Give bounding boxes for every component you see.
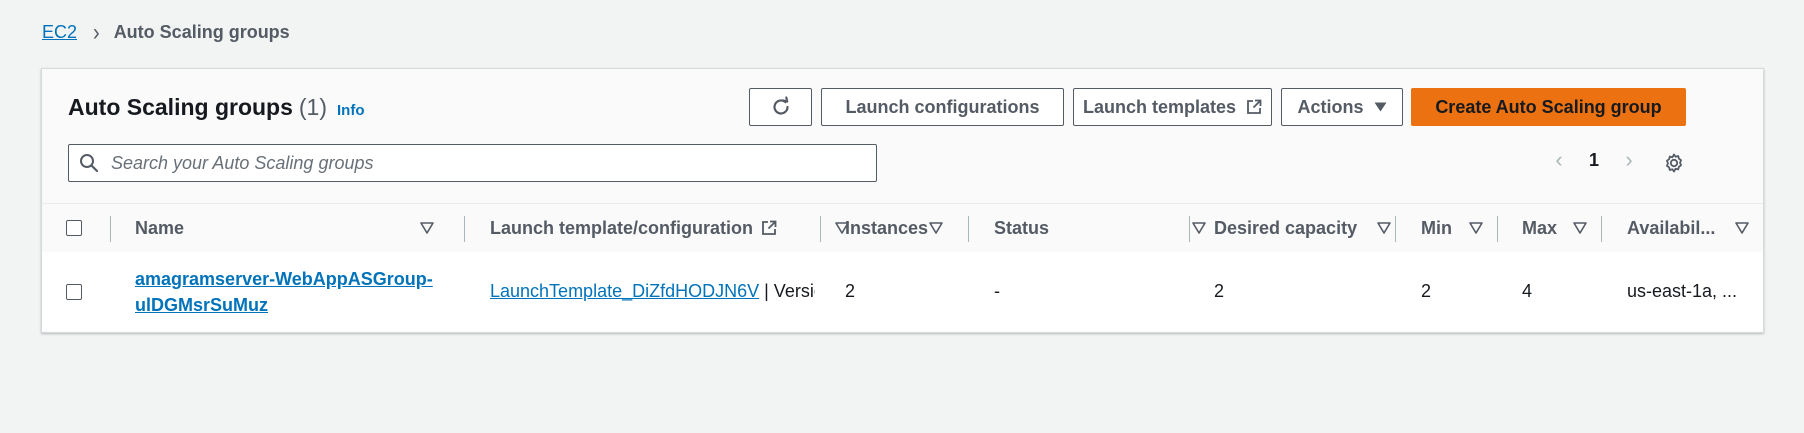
launch-configurations-label: Launch configurations (845, 96, 1040, 117)
row-checkbox[interactable] (66, 283, 82, 300)
column-header-instances[interactable]: Instances (845, 204, 957, 252)
column-label-name: Name (135, 217, 185, 238)
launch-template-link[interactable]: LaunchTemplate_DiZfdHODJN6V (490, 281, 759, 302)
search-box (68, 144, 877, 182)
sort-icon (1573, 222, 1587, 234)
create-auto-scaling-group-button[interactable]: Create Auto Scaling group (1411, 88, 1686, 126)
chevron-right-icon[interactable]: › (1617, 147, 1641, 173)
actions-label: Actions (1297, 96, 1364, 117)
column-divider (464, 216, 465, 242)
column-header-launch-template[interactable]: Launch template/configuration (490, 204, 863, 252)
column-divider (968, 216, 969, 242)
sort-icon (1192, 222, 1206, 234)
external-link-icon (1247, 99, 1262, 114)
cell-availability: us-east-1a, ... (1627, 281, 1738, 301)
column-divider (820, 216, 821, 242)
refresh-button[interactable] (749, 88, 812, 126)
cell-desired-capacity: 2 (1214, 281, 1225, 301)
table-header: Name Launch template/configuration Insta… (42, 203, 1763, 253)
column-label-launch-template: Launch template/configuration (490, 217, 754, 238)
cell-status: - (994, 281, 1000, 301)
select-all-checkbox[interactable] (66, 220, 82, 236)
search-icon (80, 154, 99, 173)
column-label-availability: Availabil... (1627, 217, 1716, 238)
sort-icon (1735, 222, 1749, 234)
chevron-left-icon[interactable]: ‹ (1547, 147, 1571, 173)
column-divider (1601, 216, 1602, 242)
external-link-icon (762, 220, 777, 235)
breadcrumb-current: Auto Scaling groups (113, 22, 290, 42)
header-checkbox-cell (66, 204, 106, 252)
panel-title: Auto Scaling groups (1) Info (68, 94, 365, 121)
column-header-desired-capacity[interactable]: Desired capacity (1214, 204, 1405, 252)
refresh-icon (772, 96, 789, 115)
column-divider (1395, 216, 1396, 242)
launch-template-version: | Version (764, 281, 815, 301)
breadcrumb-ec2-link[interactable]: EC2 (42, 22, 77, 43)
cell-max: 4 (1522, 281, 1533, 301)
column-header-status[interactable]: Status (994, 204, 1220, 252)
column-divider (1497, 216, 1498, 242)
pagination: ‹ 1 › (1547, 147, 1641, 173)
column-label-desired-capacity: Desired capacity (1214, 217, 1358, 238)
info-link[interactable]: Info (337, 102, 365, 119)
launch-configurations-button[interactable]: Launch configurations (821, 88, 1064, 126)
chevron-right-icon: › (93, 19, 100, 46)
auto-scaling-groups-panel: Auto Scaling groups (1) Info Launch config… (41, 68, 1764, 333)
column-header-name[interactable]: Name (135, 204, 448, 252)
column-label-max: Max (1522, 217, 1558, 238)
page-number[interactable]: 1 (1571, 150, 1617, 171)
row-checkbox-cell (66, 252, 106, 331)
column-header-availability[interactable]: Availabil... (1627, 204, 1763, 252)
column-label-status: Status (994, 217, 1050, 238)
column-label-instances: Instances (845, 217, 929, 238)
column-divider (110, 216, 111, 242)
panel-title-text: Auto Scaling groups (68, 94, 293, 120)
caret-down-icon (1374, 102, 1386, 112)
sort-icon (1469, 222, 1483, 234)
column-label-min: Min (1421, 217, 1452, 238)
group-count: (1) (298, 94, 328, 120)
gear-icon[interactable] (1663, 152, 1685, 174)
sort-icon (420, 222, 434, 234)
create-label: Create Auto Scaling group (1435, 96, 1662, 117)
breadcrumb: EC2 › Auto Scaling groups (42, 19, 290, 46)
search-input[interactable] (109, 151, 813, 175)
cell-min: 2 (1421, 281, 1432, 301)
sort-icon (1377, 222, 1391, 234)
launch-templates-label: Launch templates (1082, 96, 1237, 117)
launch-templates-button[interactable]: Launch templates (1073, 88, 1272, 126)
asg-name-link[interactable]: amagramserver-WebAppASGroup-ulDGMsrSuMuz (135, 266, 433, 318)
cell-instances: 2 (845, 281, 856, 301)
column-header-min[interactable]: Min (1421, 204, 1497, 252)
sort-icon (929, 222, 943, 234)
cell-name: amagramserver-WebAppASGroup-ulDGMsrSuMuz (135, 252, 455, 331)
actions-dropdown[interactable]: Actions (1281, 88, 1403, 126)
cell-launch-template: LaunchTemplate_DiZfdHODJN6V | Version (490, 252, 815, 331)
table-row[interactable]: amagramserver-WebAppASGroup-ulDGMsrSuMuz… (42, 252, 1763, 331)
column-divider (1189, 216, 1190, 242)
column-header-max[interactable]: Max (1522, 204, 1601, 252)
